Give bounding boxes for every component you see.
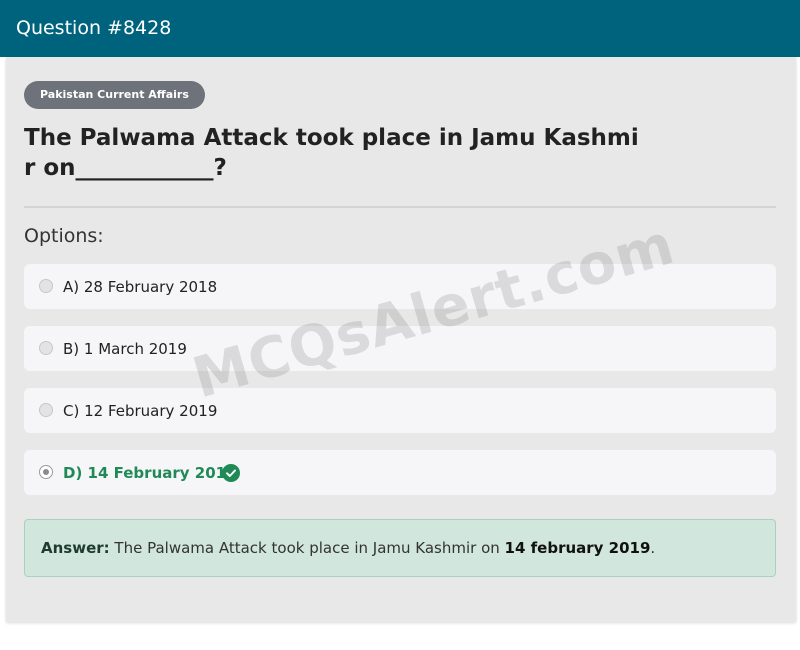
answer-suffix: . — [650, 539, 656, 557]
answer-value: 14 february 2019 — [504, 539, 651, 557]
answer-text: The Palwama Attack took place in Jamu Ka… — [109, 539, 505, 557]
answer-label: Answer: — [41, 539, 110, 557]
options-label: Options: — [24, 225, 104, 247]
divider — [24, 206, 776, 208]
radio-icon[interactable] — [39, 403, 53, 417]
question-text: The Palwama Attack took place in Jamu Ka… — [24, 125, 639, 181]
option-label: C) 12 February 2019 — [63, 402, 218, 420]
option-b[interactable]: B) 1 March 2019 — [24, 326, 776, 371]
option-c[interactable]: C) 12 February 2019 — [24, 388, 776, 433]
watermark: MCQsAlert.com — [186, 212, 682, 412]
radio-icon[interactable] — [39, 279, 53, 293]
option-label-correct: D) 14 February 2019 — [63, 464, 237, 482]
answer-box: Answer: The Palwama Attack took place in… — [24, 519, 776, 577]
check-circle-icon — [222, 464, 240, 482]
option-d[interactable]: D) 14 February 2019 — [24, 450, 776, 495]
option-a[interactable]: A) 28 February 2018 — [24, 264, 776, 309]
option-label: B) 1 March 2019 — [63, 340, 187, 358]
question-body: Pakistan Current Affairs The Palwama Att… — [6, 57, 796, 622]
radio-icon[interactable] — [39, 341, 53, 355]
question-card: Question #8428 Pakistan Current Affairs … — [0, 0, 800, 624]
question-header: Question #8428 — [0, 0, 800, 57]
category-badge[interactable]: Pakistan Current Affairs — [24, 81, 205, 109]
option-label: A) 28 February 2018 — [63, 278, 218, 296]
radio-selected-icon[interactable] — [39, 465, 53, 479]
